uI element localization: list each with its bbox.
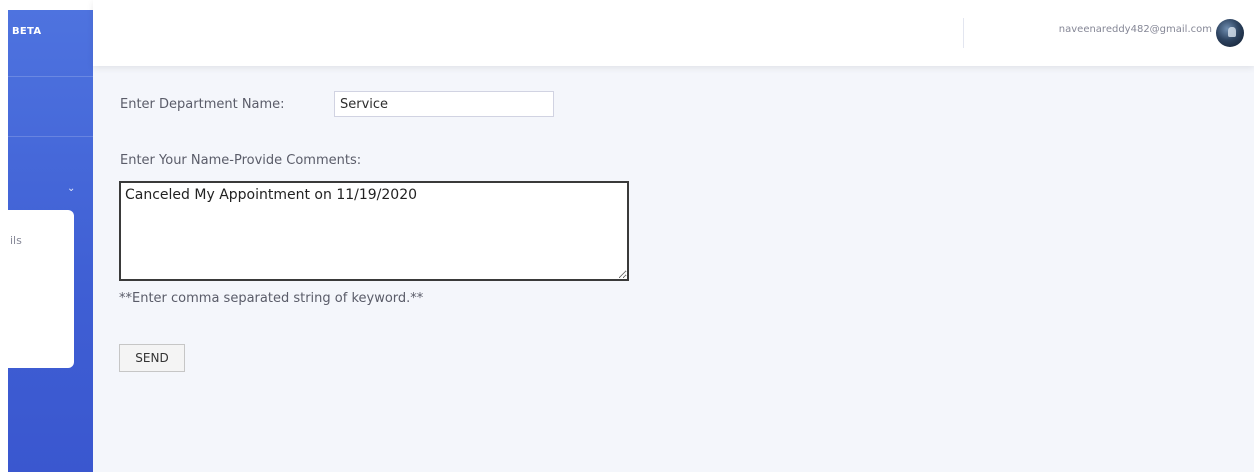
chevron-down-icon[interactable]: ⌄	[67, 184, 79, 194]
department-input[interactable]	[334, 91, 554, 117]
avatar[interactable]	[1216, 19, 1244, 47]
comments-textarea[interactable]: Canceled My Appointment on 11/19/2020	[119, 181, 629, 281]
main-content: Enter Department Name: Enter Your Name-P…	[93, 66, 1254, 472]
keyword-hint: **Enter comma separated string of keywor…	[119, 291, 424, 306]
collapse-item-label[interactable]: ils	[10, 234, 22, 247]
user-email[interactable]: naveenareddy482@gmail.com	[1059, 24, 1212, 35]
comments-label: Enter Your Name-Provide Comments:	[120, 153, 362, 168]
topbar: naveenareddy482@gmail.com	[93, 0, 1254, 66]
topbar-divider	[963, 18, 964, 48]
brand-text[interactable]: BETA	[12, 12, 41, 52]
sidebar-divider	[8, 136, 93, 137]
send-button[interactable]: SEND	[119, 344, 185, 372]
sidebar-collapse-panel: ils	[8, 210, 74, 368]
sidebar: BETA ⌄ ils	[8, 10, 93, 472]
department-label: Enter Department Name:	[120, 97, 285, 112]
sidebar-divider	[8, 76, 93, 77]
